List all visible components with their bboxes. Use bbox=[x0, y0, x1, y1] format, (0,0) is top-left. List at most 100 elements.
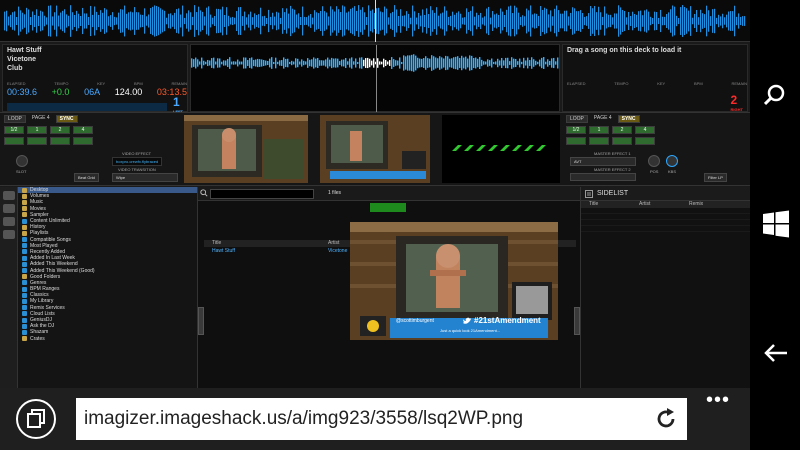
waveform-bar bbox=[14, 11, 16, 31]
waveform-bar bbox=[231, 61, 233, 65]
waveform-bar bbox=[538, 15, 540, 27]
waveform-bar bbox=[414, 11, 416, 31]
sync-button[interactable]: SYNC bbox=[55, 115, 78, 123]
waveform-bar bbox=[442, 12, 444, 30]
refresh-icon[interactable] bbox=[654, 407, 678, 431]
waveform-bar bbox=[288, 13, 290, 29]
sidelist-col-title[interactable]: Title bbox=[581, 201, 631, 208]
master-effect-1-label: MASTER EFFECT 1 bbox=[594, 151, 631, 156]
loop-2-button[interactable]: 2 bbox=[50, 126, 70, 134]
waveform-bar bbox=[279, 60, 281, 66]
waveform-bar bbox=[174, 12, 176, 30]
back-icon[interactable] bbox=[3, 230, 15, 239]
waveform-bar bbox=[38, 15, 40, 27]
filter-icon[interactable] bbox=[3, 217, 15, 226]
waveform-bar bbox=[134, 7, 136, 35]
waveform-bar bbox=[417, 57, 419, 69]
master-effect-2-select[interactable] bbox=[570, 173, 636, 181]
left-panel-grip[interactable] bbox=[198, 307, 204, 335]
folder-view-icon[interactable] bbox=[3, 191, 15, 200]
sync-button[interactable]: SYNC bbox=[617, 115, 640, 123]
waveform-bar bbox=[158, 6, 160, 36]
loop-4-button[interactable]: 4 bbox=[73, 126, 93, 134]
pad-button[interactable] bbox=[73, 137, 93, 145]
deck-right-progress[interactable] bbox=[567, 103, 727, 111]
hydrant-video-frame bbox=[184, 115, 308, 183]
list-icon bbox=[22, 249, 27, 255]
main-waveform[interactable] bbox=[190, 44, 560, 113]
waveform-bar bbox=[199, 61, 201, 65]
waveform-bar bbox=[211, 58, 213, 68]
waveform-bar bbox=[433, 56, 435, 70]
pad-button[interactable] bbox=[27, 137, 47, 145]
filter-select[interactable]: Filter LP bbox=[704, 173, 727, 182]
pad-button[interactable] bbox=[566, 137, 586, 145]
pad-button[interactable] bbox=[589, 137, 609, 145]
slot-knob[interactable] bbox=[16, 155, 28, 167]
search-icon[interactable] bbox=[200, 189, 208, 197]
waveform-bar bbox=[712, 9, 714, 33]
sidelist-col-remix[interactable]: Remix bbox=[681, 201, 731, 208]
windows-logo-icon[interactable] bbox=[762, 210, 790, 238]
waveform-bar bbox=[256, 15, 258, 27]
waveform-bar bbox=[456, 12, 458, 30]
url-input[interactable]: imagizer.imageshack.us/a/img923/3558/lsq… bbox=[76, 398, 687, 440]
waveform-bar bbox=[404, 15, 406, 27]
loop-1-button[interactable]: 1 bbox=[589, 126, 609, 134]
overview-waveform[interactable] bbox=[0, 0, 750, 42]
list-icon bbox=[22, 218, 27, 224]
pad-button[interactable] bbox=[612, 137, 632, 145]
video-effect-select[interactable]: boxpro.crewfx.flybraced bbox=[112, 157, 163, 166]
back-arrow-icon[interactable] bbox=[764, 344, 788, 362]
pad-button[interactable] bbox=[4, 137, 24, 145]
sidelist-col-artist[interactable]: Artist bbox=[631, 201, 681, 208]
tree-item[interactable]: Crates bbox=[18, 336, 197, 342]
waveform-bar bbox=[394, 5, 396, 37]
beat-grid-select[interactable]: Beat Grid bbox=[74, 173, 99, 182]
waveform-bar bbox=[465, 56, 467, 70]
search-input[interactable] bbox=[210, 189, 314, 199]
waveform-bar bbox=[726, 14, 728, 28]
waveform-bar bbox=[492, 11, 494, 31]
pad-button[interactable] bbox=[635, 137, 655, 145]
waveform-bar bbox=[403, 55, 405, 71]
waveform-bar bbox=[225, 60, 227, 66]
loop-button[interactable]: LOOP bbox=[566, 115, 588, 123]
waveform-bar bbox=[360, 9, 362, 33]
loop-1-button[interactable]: 1 bbox=[27, 126, 47, 134]
list-view-icon[interactable] bbox=[3, 204, 15, 213]
waveform-bar bbox=[298, 13, 300, 29]
tabs-button[interactable] bbox=[16, 399, 56, 439]
list-item[interactable] bbox=[581, 226, 750, 232]
pos-knob[interactable] bbox=[648, 155, 660, 167]
loop-button[interactable]: LOOP bbox=[4, 115, 26, 123]
video-overlay[interactable]: @scottimburgent #21stAmendment Just a qu… bbox=[350, 222, 558, 340]
search-icon[interactable] bbox=[764, 84, 786, 106]
file-list-pane: 1 files Title Artist Hawt Stuff Vicetone bbox=[198, 187, 580, 388]
kbs-knob[interactable] bbox=[666, 155, 678, 167]
waveform-bar bbox=[212, 17, 214, 25]
waveform-bar bbox=[363, 59, 365, 67]
column-title[interactable]: Title bbox=[204, 240, 320, 247]
waveform-bar bbox=[96, 11, 98, 31]
master-effect-1-select[interactable]: AVT bbox=[570, 157, 636, 166]
controls-row: LOOP PAGE 4 SYNC 1/2 1 2 4 VIDEO EFFECT bbox=[0, 112, 750, 186]
waveform-bar bbox=[381, 61, 383, 65]
loop-2-button[interactable]: 2 bbox=[612, 126, 632, 134]
loop-half-button[interactable]: 1/2 bbox=[566, 126, 586, 134]
search-bar: 1 files bbox=[198, 187, 580, 201]
waveform-bar bbox=[570, 12, 572, 30]
waveform-bar bbox=[98, 14, 100, 28]
deck-left-progress[interactable] bbox=[7, 103, 167, 111]
waveform-bar bbox=[487, 59, 489, 67]
waveform-bar bbox=[562, 13, 564, 29]
loop-half-button[interactable]: 1/2 bbox=[4, 126, 24, 134]
video-transition-select[interactable]: Wipe bbox=[112, 173, 178, 182]
loop-4-button[interactable]: 4 bbox=[635, 126, 655, 134]
pad-button[interactable] bbox=[50, 137, 70, 145]
waveform-bar bbox=[434, 12, 436, 30]
more-options-button[interactable]: ••• bbox=[706, 390, 730, 410]
list-icon bbox=[22, 317, 27, 323]
tempo-readout: +0.0 bbox=[51, 87, 70, 97]
waveform-bar bbox=[459, 58, 461, 68]
